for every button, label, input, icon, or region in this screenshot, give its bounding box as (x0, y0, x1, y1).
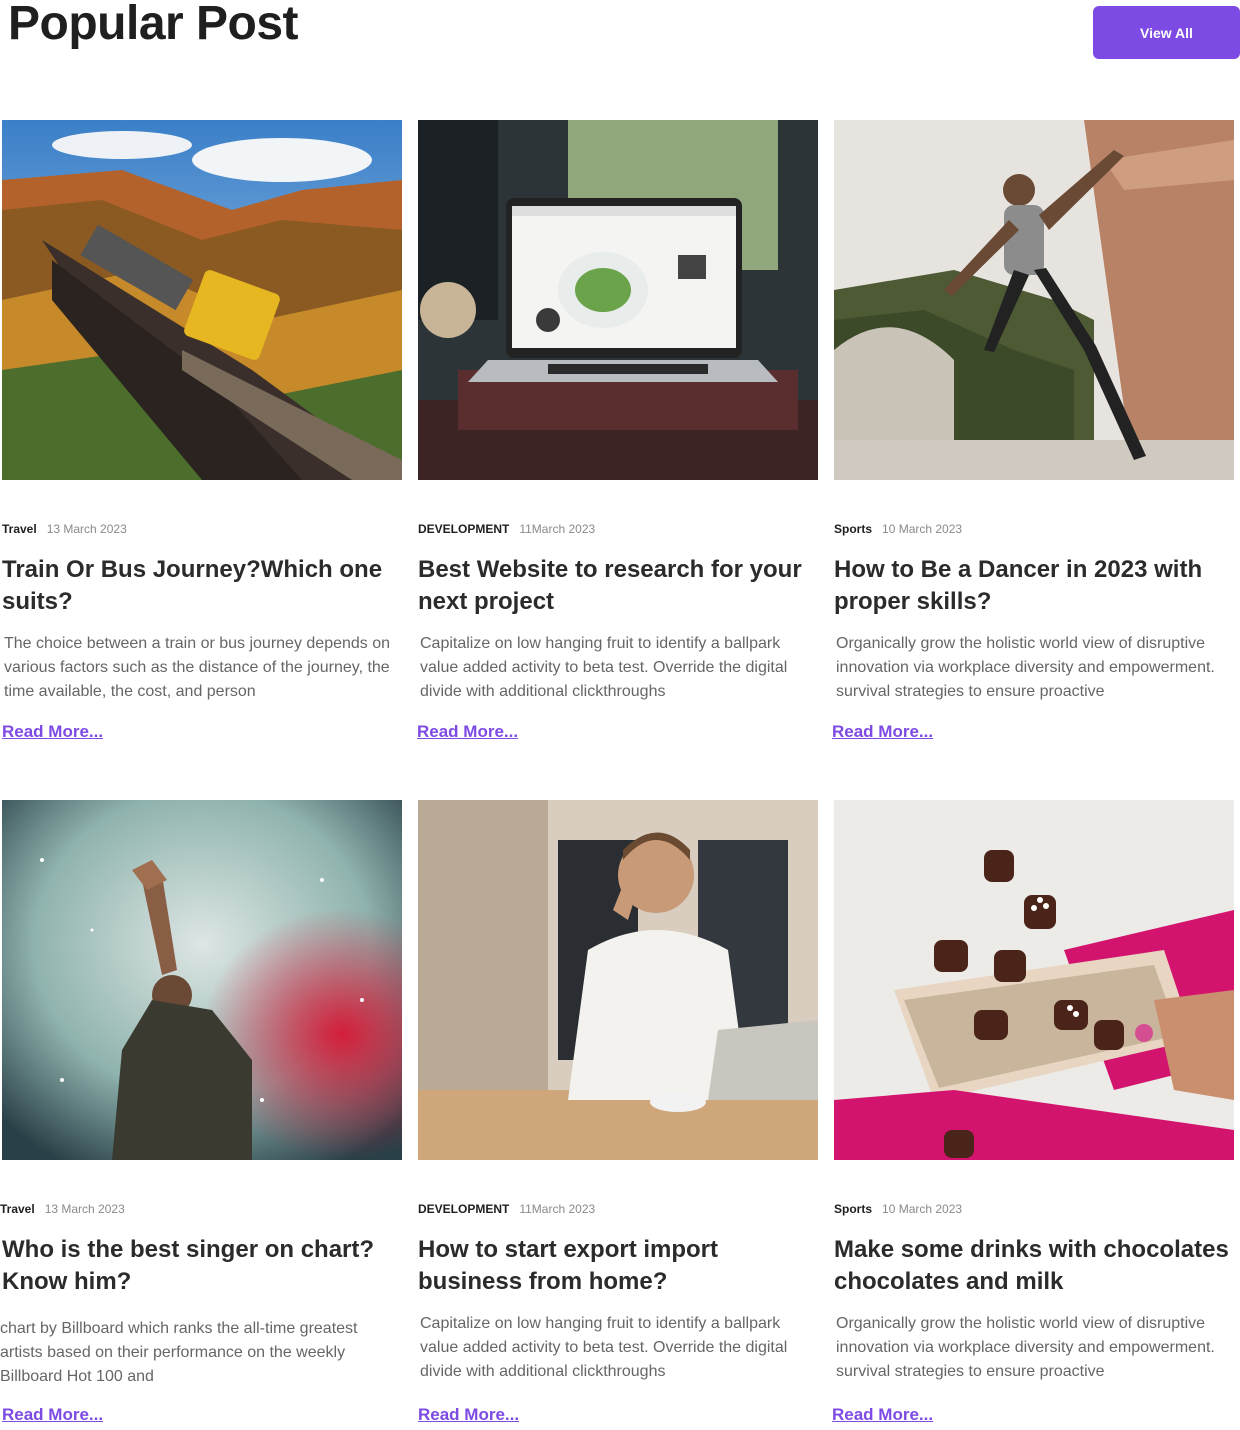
post-category[interactable]: Travel (2, 522, 37, 536)
post-meta: Sports 10 March 2023 (834, 522, 962, 536)
read-more-link[interactable]: Read More... (417, 722, 518, 742)
post-category[interactable]: DEVELOPMENT (418, 1202, 509, 1216)
page-title: Popular Post (8, 0, 299, 50)
dancer-photo (834, 120, 1234, 480)
train-photo (2, 120, 402, 480)
post-image-singer[interactable] (2, 800, 402, 1160)
post-card: DEVELOPMENT 11March 2023 How to start exp… (418, 800, 818, 1424)
read-more-link[interactable]: Read More... (418, 1405, 519, 1425)
read-more-link[interactable]: Read More... (2, 722, 103, 742)
post-title[interactable]: Make some drinks with chocolates chocola… (834, 1234, 1234, 1298)
post-image-businessman[interactable] (418, 800, 818, 1160)
laptop-photo (418, 120, 818, 480)
post-meta: Travel 13 March 2023 (2, 522, 127, 536)
post-date: 11March 2023 (519, 522, 596, 536)
post-excerpt: The choice between a train or bus journe… (4, 635, 391, 700)
post-card: Sports 10 March 2023 Make some drinks wit… (832, 800, 1234, 1424)
chocolates-photo (834, 800, 1234, 1160)
post-date: 13 March 2023 (44, 1202, 125, 1216)
post-excerpt: Organically grow the holistic world view… (836, 1315, 1215, 1380)
post-category[interactable]: Sports (834, 522, 872, 536)
post-category[interactable]: Sports (834, 1202, 872, 1216)
post-card: Travel 13 March 2023 Train Or Bus Journey… (2, 120, 402, 741)
post-title[interactable]: How to Be a Dancer in 2023 with proper s… (834, 554, 1234, 618)
post-excerpt: Capitalize on low hanging fruit to ident… (420, 635, 788, 700)
post-title[interactable]: How to start export import business from… (418, 1234, 818, 1298)
singer-photo (2, 800, 402, 1160)
post-category[interactable]: DEVELOPMENT (418, 522, 509, 536)
read-more-link[interactable]: Read More... (832, 722, 933, 742)
post-meta: Travel 13 March 2023 (0, 1202, 125, 1216)
post-excerpt: Capitalize on low hanging fruit to ident… (420, 1315, 788, 1380)
post-image-chocolates[interactable] (834, 800, 1234, 1160)
post-card: Travel 13 March 2023 Who is the best sing… (0, 800, 402, 1424)
post-excerpt: chart by Billboard which ranks the all-t… (0, 1320, 358, 1385)
post-card: Sports 10 March 2023 How to Be a Dancer i… (832, 120, 1234, 741)
post-title[interactable]: Best Website to research for your next p… (418, 554, 818, 618)
post-excerpt: Organically grow the holistic world view… (836, 635, 1215, 700)
post-date: 13 March 2023 (46, 522, 127, 536)
post-card: DEVELOPMENT 11March 2023 Best Website to … (417, 120, 818, 741)
post-title[interactable]: Who is the best singer on chart? Know hi… (2, 1234, 402, 1298)
post-meta: DEVELOPMENT 11March 2023 (418, 522, 595, 536)
post-meta: DEVELOPMENT 11March 2023 (418, 1202, 595, 1216)
post-meta: Sports 10 March 2023 (834, 1202, 962, 1216)
post-category[interactable]: Travel (0, 1202, 35, 1216)
post-title[interactable]: Train Or Bus Journey?Which one suits? (2, 554, 402, 618)
post-date: 10 March 2023 (882, 522, 963, 536)
post-image-dancer[interactable] (834, 120, 1234, 480)
post-date: 10 March 2023 (882, 1202, 963, 1216)
businessman-photo (418, 800, 818, 1160)
post-image-train[interactable] (2, 120, 402, 480)
post-image-laptop[interactable] (418, 120, 818, 480)
read-more-link[interactable]: Read More... (2, 1405, 103, 1425)
post-date: 11March 2023 (519, 1202, 596, 1216)
view-all-button[interactable]: View All (1093, 6, 1240, 59)
read-more-link[interactable]: Read More... (832, 1405, 933, 1425)
